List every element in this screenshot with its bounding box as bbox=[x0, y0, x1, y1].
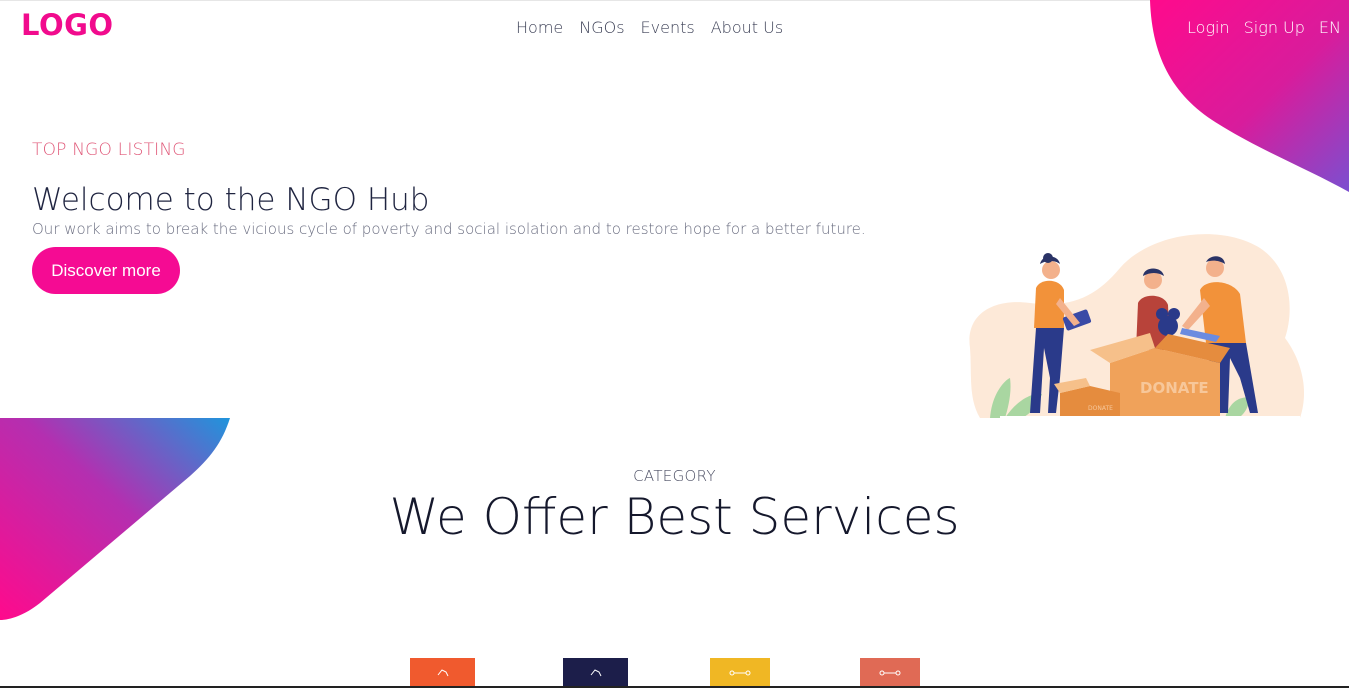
hero-title: Welcome to the NGO Hub bbox=[32, 182, 430, 218]
box-label: DONATE bbox=[1140, 379, 1209, 397]
services-category: CATEGORY bbox=[633, 467, 716, 485]
service-card-3[interactable] bbox=[710, 658, 770, 688]
link-icon bbox=[729, 667, 751, 680]
nav-about-us[interactable]: About Us bbox=[711, 18, 783, 37]
nav-home[interactable]: Home bbox=[516, 18, 563, 37]
hero-eyebrow: TOP NGO LISTING bbox=[32, 140, 186, 160]
discover-more-button[interactable]: Discover more bbox=[32, 247, 180, 294]
link-icon bbox=[879, 667, 901, 680]
auth-links: Login Sign Up EN bbox=[1187, 18, 1341, 37]
small-box-label: DONATE bbox=[1088, 405, 1113, 412]
hand-icon bbox=[590, 667, 602, 680]
service-card-4[interactable] bbox=[860, 658, 920, 688]
hand-icon bbox=[437, 667, 449, 680]
donation-illustration: DONATE DONATE bbox=[969, 234, 1305, 420]
nav-events[interactable]: Events bbox=[641, 18, 695, 37]
login-link[interactable]: Login bbox=[1187, 18, 1230, 37]
logo[interactable]: LOGO bbox=[21, 8, 114, 42]
language-switch[interactable]: EN bbox=[1319, 18, 1341, 37]
service-card-1[interactable] bbox=[410, 658, 475, 688]
main-nav: Home NGOs Events About Us bbox=[516, 18, 783, 37]
signup-link[interactable]: Sign Up bbox=[1244, 18, 1305, 37]
service-card-2[interactable] bbox=[563, 658, 628, 688]
hero-subtitle: Our work aims to break the vicious cycle… bbox=[32, 220, 866, 238]
nav-ngos[interactable]: NGOs bbox=[579, 18, 624, 37]
services-title: We Offer Best Services bbox=[389, 488, 960, 546]
